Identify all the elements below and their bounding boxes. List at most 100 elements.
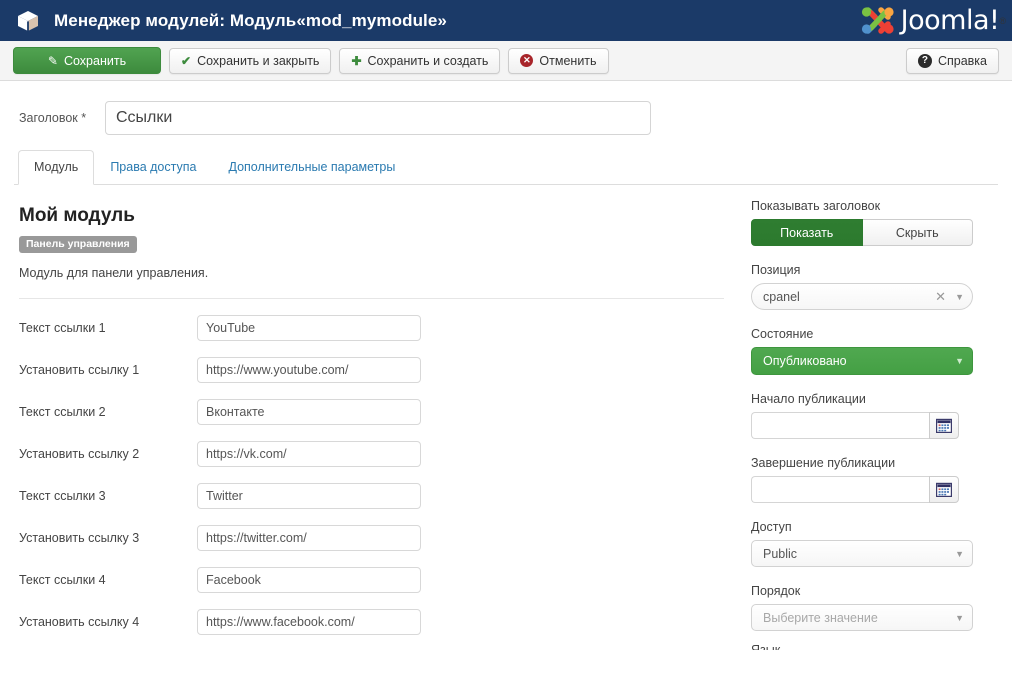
app-header: Менеджер модулей: Модуль«mod_mymodule» J… [0, 0, 1012, 41]
access-group: Доступ Public ▼ [751, 520, 983, 567]
chevron-down-icon: ▼ [955, 612, 964, 623]
link-url-3-input[interactable] [197, 525, 421, 551]
save-button-label: Сохранить [63, 53, 127, 68]
check-icon: ✔ [181, 53, 192, 68]
field-row-link-url-4: Установить ссылку 4 [19, 609, 744, 635]
toolbar: ✎ Сохранить ✔ Сохранить и закрыть ✚ Сохр… [0, 41, 1012, 81]
module-description: Модуль для панели управления. [19, 266, 209, 280]
module-heading: Мой модуль [19, 205, 135, 226]
position-select[interactable]: cpanel ✕ ▼ [751, 283, 973, 310]
close-icon[interactable]: ✕ [935, 289, 946, 305]
field-row-link-text-2: Текст ссылки 2 [19, 399, 744, 425]
save-and-close-button[interactable]: ✔ Сохранить и закрыть [169, 47, 332, 74]
registered-mark: ® [999, 15, 1006, 26]
circle-x-icon: ✕ [520, 54, 534, 67]
show-title-group: Показывать заголовок Показать Скрыть [751, 199, 983, 246]
publish-down-label: Завершение публикации [751, 456, 896, 470]
tab-advanced[interactable]: Дополнительные параметры [212, 150, 411, 185]
field-row-link-text-3: Текст ссылки 3 [19, 483, 744, 509]
show-title-toggle: Показать Скрыть [751, 219, 973, 246]
status-select[interactable]: Опубликовано ▼ [751, 347, 973, 375]
plus-icon: ✚ [351, 53, 362, 68]
link-url-2-input[interactable] [197, 441, 421, 467]
show-title-label: Показывать заголовок [751, 199, 881, 213]
field-row-link-url-2: Установить ссылку 2 [19, 441, 744, 467]
link-text-4-input[interactable] [197, 567, 421, 593]
publish-up-label: Начало публикации [751, 392, 866, 406]
module-position-badge: Панель управления [19, 236, 137, 253]
field-label: Текст ссылки 1 [19, 321, 106, 335]
tab-module[interactable]: Модуль [18, 150, 95, 185]
section-divider [19, 298, 724, 299]
cancel-button[interactable]: ✕ Отменить [508, 47, 609, 74]
field-label: Установить ссылку 3 [19, 531, 140, 545]
save-button[interactable]: ✎ Сохранить [13, 47, 161, 74]
title-field-label: Заголовок * [19, 111, 87, 125]
field-row-link-text-1: Текст ссылки 1 [19, 315, 744, 341]
field-label: Текст ссылки 3 [19, 489, 106, 503]
ordering-group: Порядок Выберите значение ▼ [751, 584, 983, 631]
title-field-row: Заголовок * [0, 81, 1012, 137]
link-url-4-input[interactable] [197, 609, 421, 635]
publish-down-group: Завершение публикации [751, 456, 983, 503]
main-content: Мой модуль Панель управления Модуль для … [0, 185, 1012, 656]
field-label: Установить ссылку 2 [19, 447, 140, 461]
position-group: Позиция cpanel ✕ ▼ [751, 263, 983, 310]
calendar-icon [936, 482, 952, 497]
tab-bar: Модуль Права доступа Дополнительные пара… [14, 150, 998, 185]
ordering-label: Порядок [751, 584, 801, 598]
publish-down-input[interactable] [751, 476, 929, 503]
access-label: Доступ [751, 520, 792, 534]
link-text-1-input[interactable] [197, 315, 421, 341]
link-text-3-input[interactable] [197, 483, 421, 509]
status-group: Состояние Опубликовано ▼ [751, 327, 983, 375]
ordering-select[interactable]: Выберите значение ▼ [751, 604, 973, 631]
help-button[interactable]: ? Справка [905, 48, 999, 74]
status-value: Опубликовано [763, 354, 847, 368]
field-label: Установить ссылку 1 [19, 363, 140, 377]
chevron-down-icon: ▼ [955, 356, 964, 366]
field-label: Установить ссылку 4 [19, 615, 140, 629]
page-title: Менеджер модулей: Модуль«mod_mymodule» [54, 10, 447, 30]
pencil-square-icon: ✎ [47, 53, 58, 68]
publish-down-calendar-button[interactable] [929, 476, 959, 503]
cube-icon [16, 9, 40, 33]
access-select[interactable]: Public ▼ [751, 540, 973, 567]
help-button-label: Справка [937, 54, 987, 68]
joomla-wordmark: Joomla! [900, 5, 1000, 36]
language-label: Язык [751, 643, 781, 650]
show-title-hide-option[interactable]: Скрыть [862, 219, 973, 246]
field-label: Текст ссылки 4 [19, 573, 106, 587]
publish-up-field [751, 412, 959, 439]
field-row-link-url-1: Установить ссылку 1 [19, 357, 744, 383]
joomla-logo: Joomla! ® [857, 2, 1006, 39]
position-label: Позиция [751, 263, 801, 277]
field-row-link-text-4: Текст ссылки 4 [19, 567, 744, 593]
module-options-sidebar: Показывать заголовок Показать Скрыть Поз… [744, 185, 1012, 656]
save-and-new-button[interactable]: ✚ Сохранить и создать [339, 47, 501, 74]
publish-up-group: Начало публикации [751, 392, 983, 439]
link-url-1-input[interactable] [197, 357, 421, 383]
publish-up-calendar-button[interactable] [929, 412, 959, 439]
save-and-new-label: Сохранить и создать [367, 53, 489, 68]
chevron-down-icon: ▼ [955, 548, 964, 559]
link-text-2-input[interactable] [197, 399, 421, 425]
status-label: Состояние [751, 327, 814, 341]
joomla-mark-icon [861, 7, 894, 34]
ordering-value: Выберите значение [763, 610, 878, 625]
save-and-close-label: Сохранить и закрыть [197, 53, 320, 68]
position-value: cpanel [763, 289, 800, 304]
publish-up-input[interactable] [751, 412, 929, 439]
field-label: Текст ссылки 2 [19, 405, 106, 419]
access-value: Public [763, 546, 798, 561]
cancel-button-label: Отменить [539, 53, 597, 68]
title-input[interactable] [105, 101, 651, 135]
chevron-down-icon: ▼ [955, 291, 964, 302]
circle-question-icon: ? [917, 54, 932, 68]
publish-down-field [751, 476, 959, 503]
field-row-link-url-3: Установить ссылку 3 [19, 525, 744, 551]
tab-permissions[interactable]: Права доступа [94, 150, 212, 185]
calendar-icon [936, 418, 952, 433]
module-form-panel: Мой модуль Панель управления Модуль для … [0, 185, 744, 656]
show-title-show-option[interactable]: Показать [751, 219, 863, 246]
